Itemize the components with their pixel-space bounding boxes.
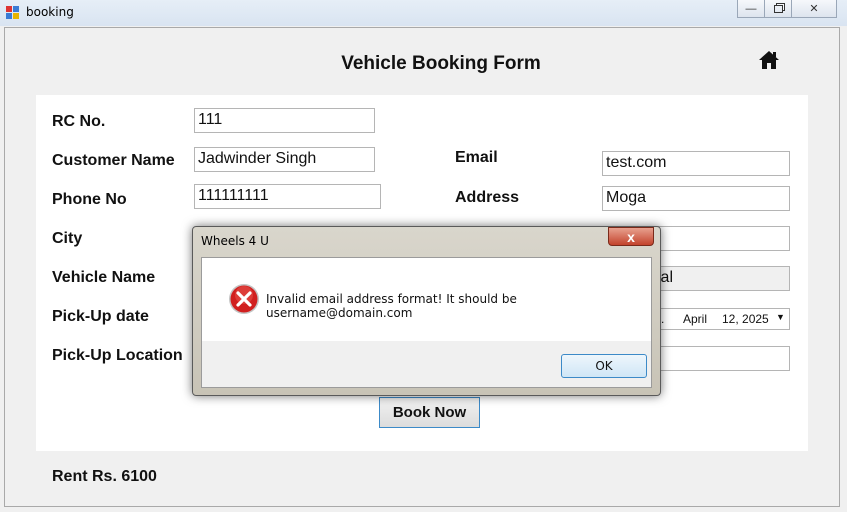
- restore-button[interactable]: [764, 0, 792, 18]
- address-label: Address: [455, 189, 520, 206]
- date-month: April: [683, 312, 708, 326]
- error-icon: [229, 284, 259, 314]
- dialog-message-area: Invalid email address format! It should …: [202, 258, 651, 341]
- vehicle-name-label: Vehicle Name: [52, 269, 156, 286]
- customer-name-input[interactable]: Jadwinder Singh: [194, 147, 375, 172]
- pickup-date-picker[interactable]: . April 12, 2025 ▼: [640, 308, 790, 330]
- minimize-icon: —: [745, 2, 757, 15]
- chevron-down-icon[interactable]: ▼: [776, 312, 785, 322]
- minimize-button[interactable]: —: [737, 0, 765, 18]
- pickup-date-label: Pick-Up date: [52, 308, 149, 325]
- vehicle-type-field[interactable]: ical: [640, 266, 790, 291]
- dialog-message: Invalid email address format! It should …: [266, 292, 517, 320]
- page-title: Vehicle Booking Form: [341, 53, 541, 74]
- ok-button[interactable]: OK: [561, 354, 647, 378]
- window-title: booking: [26, 5, 74, 19]
- pickup-location-label: Pick-Up Location: [52, 347, 183, 364]
- customer-name-label: Customer Name: [52, 152, 175, 169]
- rc-no-input[interactable]: 111: [194, 108, 375, 133]
- city-label: City: [52, 230, 83, 247]
- email-input[interactable]: test.com: [602, 151, 790, 176]
- restore-icon: [773, 4, 783, 13]
- dialog-close-button[interactable]: x: [608, 227, 654, 246]
- rent-amount: Rent Rs. 6100: [52, 468, 157, 485]
- dialog-body: Invalid email address format! It should …: [201, 257, 652, 388]
- dialog-title: Wheels 4 U: [201, 234, 269, 248]
- email-label: Email: [455, 149, 498, 166]
- date-day-year: 12, 2025: [722, 312, 769, 326]
- book-now-button[interactable]: Book Now: [379, 397, 480, 428]
- close-icon: ✕: [809, 3, 819, 15]
- phone-no-label: Phone No: [52, 191, 127, 208]
- app-icon: [6, 6, 20, 19]
- right-city-input[interactable]: [640, 226, 790, 251]
- right-location-input[interactable]: [640, 346, 790, 371]
- date-dot: .: [661, 312, 665, 326]
- error-dialog: Wheels 4 U x Invalid email address forma…: [192, 226, 661, 396]
- rc-no-label: RC No.: [52, 113, 106, 130]
- close-icon: x: [627, 228, 635, 245]
- phone-no-input[interactable]: 111111111: [194, 184, 381, 209]
- home-icon[interactable]: [758, 50, 780, 70]
- close-button[interactable]: ✕: [791, 0, 837, 18]
- title-bar: booking — ✕: [0, 0, 847, 26]
- address-input[interactable]: Moga: [602, 186, 790, 211]
